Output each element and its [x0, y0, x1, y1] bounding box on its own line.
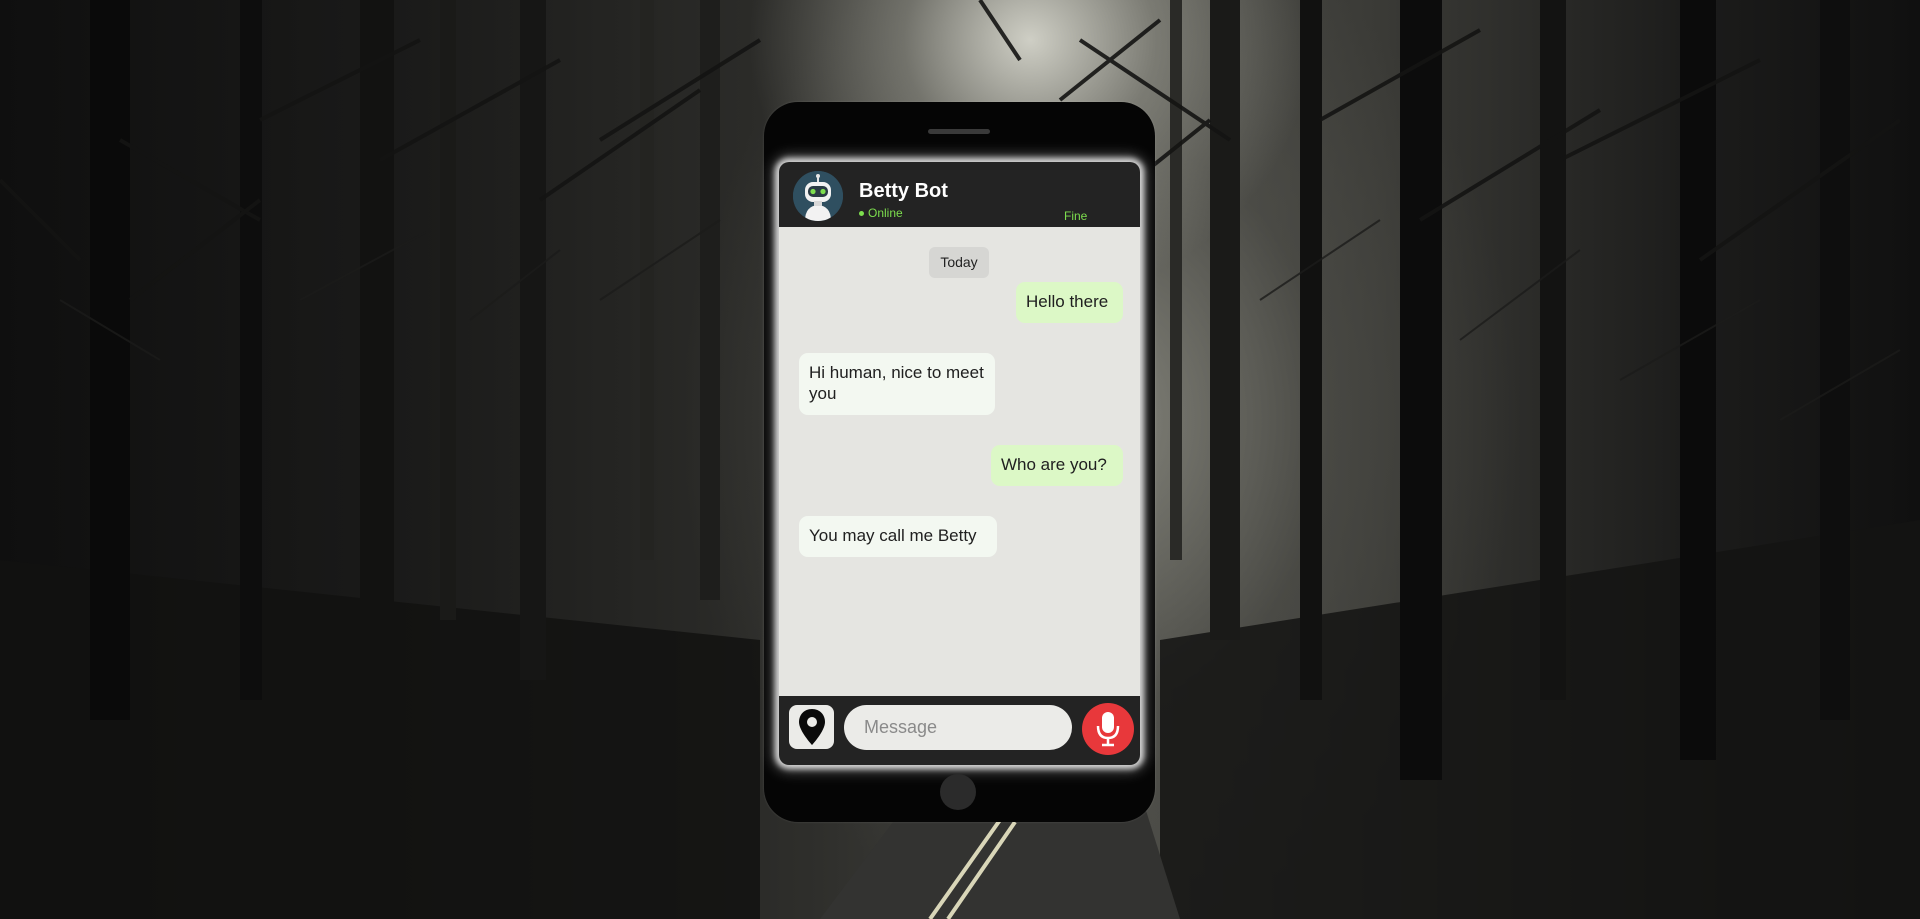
message-sent[interactable]: Hello there [1016, 282, 1123, 323]
phone-speaker [928, 129, 990, 134]
contact-name: Betty Bot [859, 180, 948, 202]
map-pin-icon [798, 709, 825, 745]
mic-button[interactable] [1082, 703, 1134, 755]
message-received[interactable]: You may call me Betty [799, 516, 997, 557]
home-button[interactable] [940, 774, 976, 810]
location-button[interactable] [789, 705, 834, 749]
online-dot-icon [859, 211, 864, 217]
online-status-label: Online [868, 206, 903, 220]
online-status: Online [859, 206, 903, 220]
microphone-icon [1096, 712, 1120, 747]
bot-avatar[interactable] [793, 171, 843, 221]
mood-label: Fine [1064, 209, 1088, 223]
message-sent[interactable]: Who are you? [991, 445, 1123, 486]
chat-screen: Betty Bot Online Fine Today Hello there … [779, 162, 1140, 765]
message-composer [779, 696, 1140, 765]
message-received[interactable]: Hi human, nice to meet you [799, 353, 995, 415]
page-background: Betty Bot Online Fine Today Hello there … [0, 0, 1920, 919]
robot-icon [793, 171, 843, 221]
message-input[interactable] [844, 705, 1072, 750]
phone-frame: Betty Bot Online Fine Today Hello there … [764, 102, 1155, 822]
date-divider: Today [929, 247, 989, 278]
chat-header: Betty Bot Online Fine [779, 162, 1140, 227]
